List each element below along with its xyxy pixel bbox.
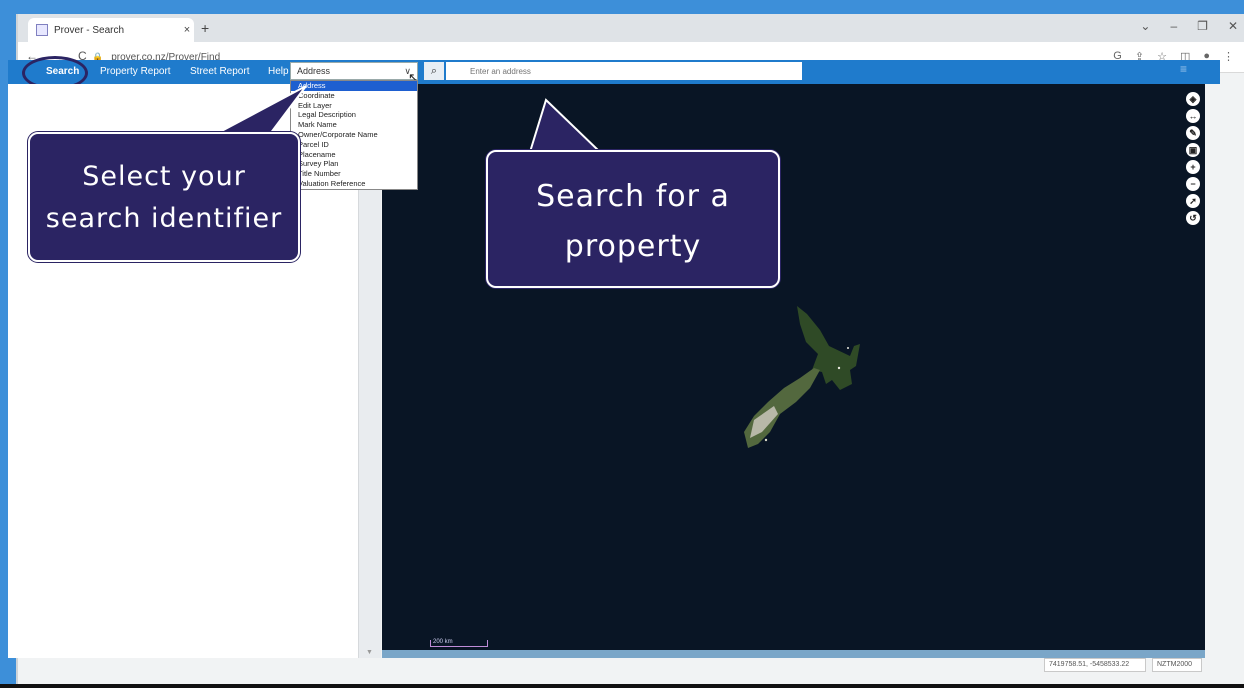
callout-right-line-1: Search for a <box>536 179 730 214</box>
callout-search-property: Search for a property <box>486 150 780 288</box>
callout-pointers <box>215 85 603 153</box>
callout-right-line-2: property <box>564 229 702 264</box>
callout-left-line-1: Select your <box>82 161 246 192</box>
callout-left-line-2: search identifier <box>45 203 283 234</box>
callout-select-identifier: Select your search identifier <box>28 132 300 262</box>
